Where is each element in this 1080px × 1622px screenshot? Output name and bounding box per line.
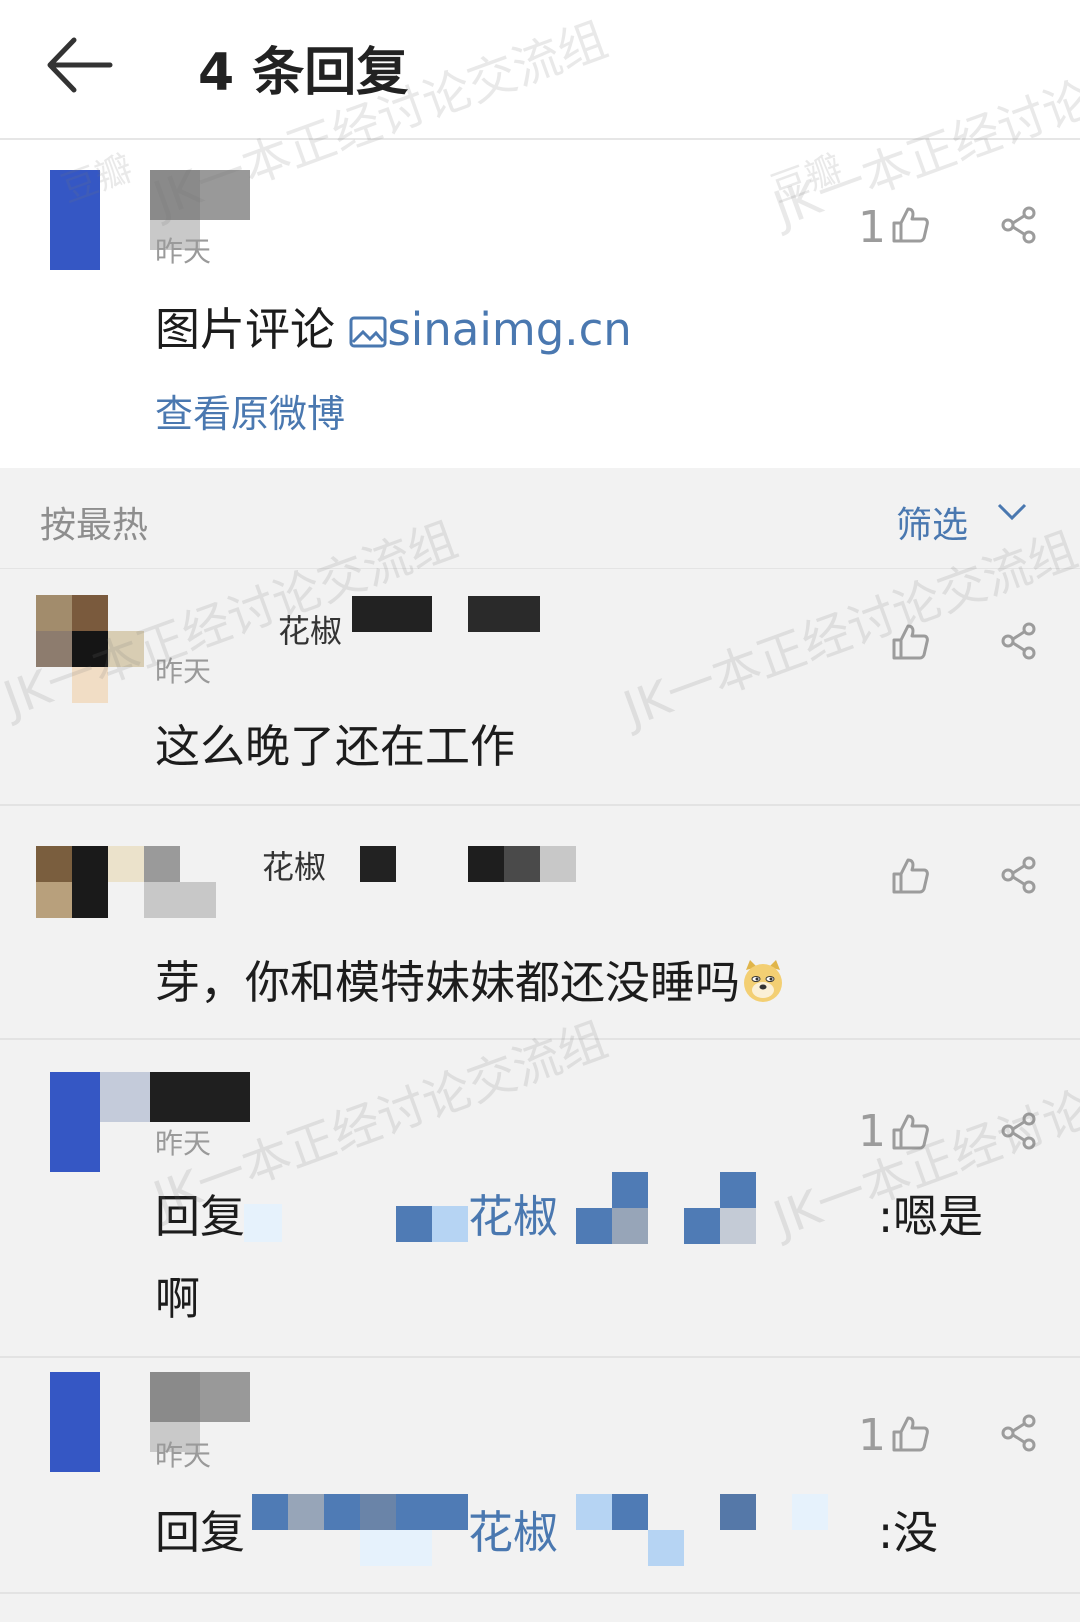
sort-bar: 按最热 筛选 bbox=[0, 470, 1080, 569]
original-post: 昨天 1 图片评论 sinaimg.cn 查看原微博 bbox=[0, 140, 1080, 468]
thumbs-up-icon[interactable] bbox=[890, 1112, 930, 1152]
avatar-pixel bbox=[72, 667, 108, 703]
image-icon bbox=[349, 316, 387, 348]
mention-redacted bbox=[360, 1530, 432, 1566]
reply-username[interactable]: 花椒 bbox=[262, 842, 326, 888]
reply-mention[interactable]: 花椒 bbox=[468, 1180, 558, 1245]
reply-text-line2: 啊 bbox=[155, 1272, 201, 1325]
mention-redacted bbox=[792, 1494, 828, 1530]
avatar-pixel bbox=[36, 882, 72, 918]
username-redacted bbox=[504, 846, 540, 882]
share-icon[interactable] bbox=[1000, 206, 1038, 244]
chevron-down-icon[interactable] bbox=[995, 500, 1029, 524]
mention-redacted bbox=[432, 1206, 468, 1242]
username-redacted bbox=[468, 846, 504, 882]
thumbs-up-icon[interactable] bbox=[890, 1414, 930, 1454]
doge-emoji-icon bbox=[744, 960, 783, 1002]
reply-item: 昨天 1 回复 花椒 :没 bbox=[0, 1358, 1080, 1592]
divider bbox=[0, 1592, 1080, 1594]
mention-redacted bbox=[288, 1494, 324, 1530]
sort-hot-button[interactable]: 按最热 bbox=[40, 496, 148, 548]
avatar-pixel bbox=[108, 631, 144, 667]
mention-redacted bbox=[576, 1208, 612, 1244]
username-redacted bbox=[200, 170, 250, 220]
avatar[interactable] bbox=[50, 1372, 100, 1472]
back-arrow-icon[interactable] bbox=[44, 34, 114, 96]
mention-redacted bbox=[360, 1494, 396, 1530]
mention-redacted bbox=[252, 1494, 288, 1530]
mention-redacted bbox=[396, 1206, 432, 1242]
mention-redacted bbox=[324, 1494, 360, 1530]
username-redacted bbox=[200, 1372, 250, 1422]
mention-redacted bbox=[648, 1530, 684, 1566]
mention-redacted bbox=[396, 1494, 468, 1530]
mention-redacted bbox=[720, 1172, 756, 1208]
thumbs-up-icon[interactable] bbox=[890, 205, 930, 245]
username-redacted[interactable] bbox=[100, 1072, 150, 1122]
share-icon[interactable] bbox=[1000, 622, 1038, 660]
reply-text-label: 芽，你和模特妹妹都还没睡吗 bbox=[155, 956, 741, 1009]
avatar[interactable] bbox=[50, 170, 100, 270]
reply-username[interactable]: 花椒 bbox=[278, 606, 342, 652]
share-icon[interactable] bbox=[1000, 1414, 1038, 1452]
username-redacted bbox=[468, 596, 540, 632]
filter-button[interactable]: 筛选 bbox=[896, 496, 968, 548]
reply-item: 花椒 芽，你和模特妹妹都还没睡吗 bbox=[0, 806, 1080, 1038]
thumbs-up-icon[interactable] bbox=[890, 622, 930, 662]
post-like-count: 1 bbox=[858, 202, 886, 253]
post-text-label: 图片评论 bbox=[155, 303, 350, 356]
avatar-pixel bbox=[72, 595, 108, 631]
mention-redacted bbox=[612, 1494, 648, 1530]
post-time: 昨天 bbox=[155, 235, 212, 268]
reply-mention[interactable]: 花椒 bbox=[468, 1496, 558, 1561]
reply-time: 昨天 bbox=[155, 655, 212, 688]
reply-text: 芽，你和模特妹妹都还没睡吗 bbox=[155, 946, 786, 1011]
mention-redacted bbox=[720, 1208, 756, 1244]
reply-like-count: 1 bbox=[858, 1106, 886, 1157]
mention-redacted bbox=[612, 1208, 648, 1244]
reply-prefix: 回复 bbox=[155, 1506, 246, 1559]
avatar-pixel bbox=[36, 631, 72, 667]
avatar-pixel bbox=[72, 846, 108, 882]
reply-prefix: 回复 bbox=[155, 1190, 246, 1243]
post-text: 图片评论 sinaimg.cn bbox=[155, 293, 632, 358]
thumbs-up-icon[interactable] bbox=[890, 856, 930, 896]
share-icon[interactable] bbox=[1000, 1112, 1038, 1150]
reply-text: :没 bbox=[878, 1506, 939, 1559]
reply-text: 这么晚了还在工作 bbox=[155, 720, 516, 773]
username-redacted[interactable] bbox=[150, 170, 200, 220]
view-original-link[interactable]: 查看原微博 bbox=[155, 383, 345, 438]
reply-text: :嗯是 bbox=[878, 1190, 984, 1243]
reply-item: 花椒 昨天 这么晚了还在工作 bbox=[0, 570, 1080, 804]
username-redacted bbox=[352, 596, 432, 632]
reply-like-count: 1 bbox=[858, 1410, 886, 1461]
page-title: 4 条回复 bbox=[198, 43, 409, 103]
reply-time: 昨天 bbox=[155, 1439, 212, 1472]
username-redacted bbox=[540, 846, 576, 882]
reply-item: 昨天 1 回复 花椒 :嗯是 啊 bbox=[0, 1040, 1080, 1356]
avatar[interactable] bbox=[36, 595, 72, 631]
top-bar: 4 条回复 bbox=[0, 0, 1080, 140]
share-icon[interactable] bbox=[1000, 856, 1038, 894]
username-redacted bbox=[360, 846, 396, 882]
avatar[interactable] bbox=[50, 1072, 100, 1172]
mention-redacted bbox=[684, 1208, 720, 1244]
avatar-pixel bbox=[144, 846, 180, 882]
avatar-pixel bbox=[108, 846, 144, 882]
mention-redacted bbox=[612, 1172, 648, 1208]
username-redacted bbox=[150, 1072, 250, 1122]
avatar-pixel bbox=[72, 631, 108, 667]
image-link[interactable]: sinaimg.cn bbox=[387, 303, 632, 356]
reply-time: 昨天 bbox=[155, 1127, 212, 1160]
username-redacted[interactable] bbox=[150, 1372, 200, 1422]
avatar[interactable] bbox=[36, 846, 72, 882]
mention-redacted bbox=[244, 1204, 282, 1242]
mention-redacted bbox=[720, 1494, 756, 1530]
avatar-pixel bbox=[72, 882, 108, 918]
avatar-pixel bbox=[144, 882, 216, 918]
mention-redacted bbox=[576, 1494, 612, 1530]
